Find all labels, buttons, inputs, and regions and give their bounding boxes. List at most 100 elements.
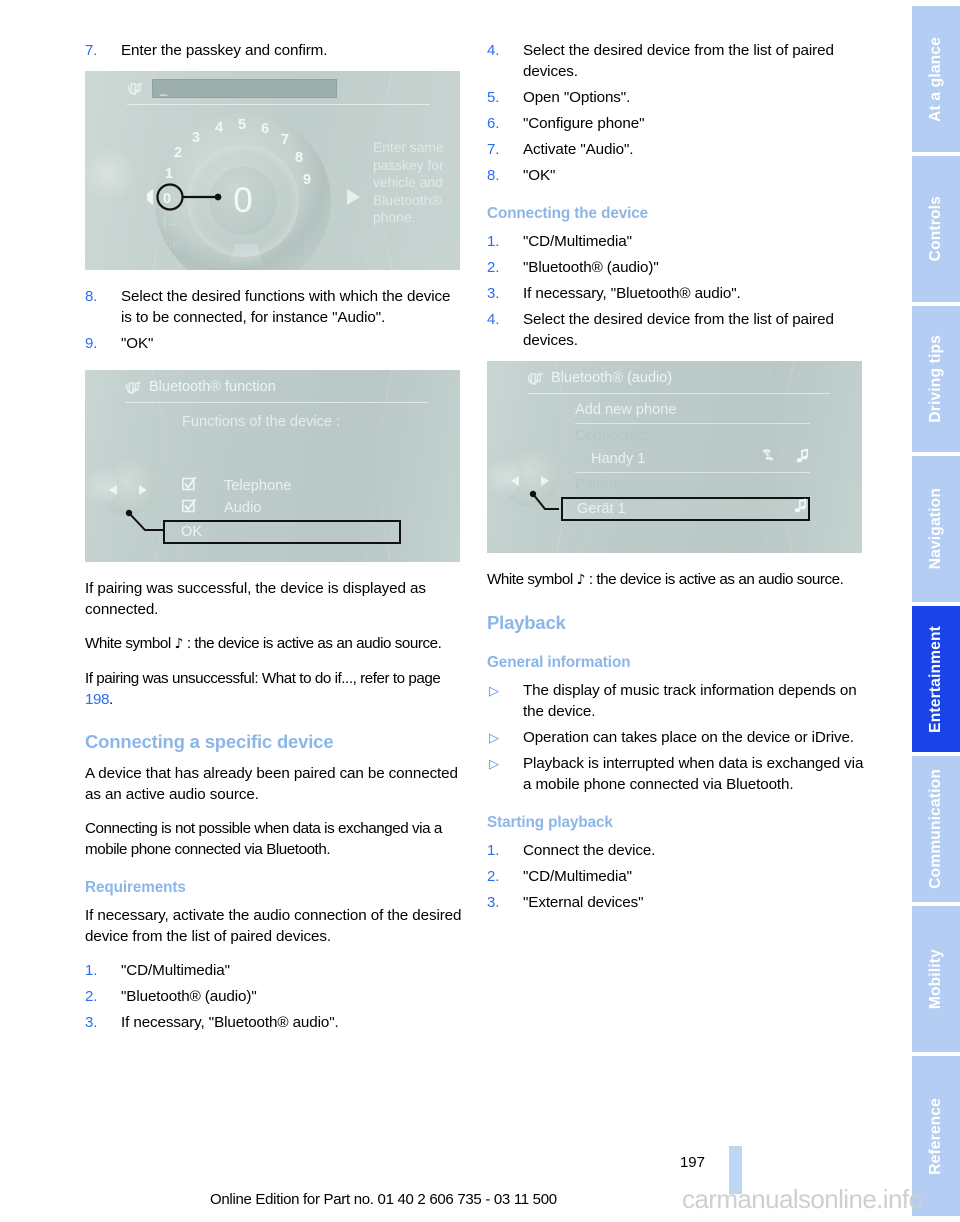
step-text: Select the desired functions with which … <box>121 288 451 326</box>
period: . <box>109 691 113 708</box>
step-number: 8. <box>85 288 98 305</box>
triangle-bullet-icon: ▷ <box>489 730 499 745</box>
bullet-text: Operation can takes place on the device … <box>523 729 854 746</box>
step-list-requirements: 1. "CD/Multimedia" 2. "Bluetooth® (audio… <box>85 960 465 1033</box>
step-number: 7. <box>487 141 500 158</box>
list-item: 3. "External devices" <box>487 892 867 913</box>
hint-line: Enter same <box>373 140 444 155</box>
passkey-hint-text: Enter same passkey for vehicle and Bluet… <box>373 139 444 227</box>
step-number: 7. <box>85 42 98 59</box>
step-number: 5. <box>487 89 500 106</box>
triangle-bullet-icon: ▷ <box>489 683 499 698</box>
list-item: 2. "Bluetooth® (audio)" <box>487 257 867 278</box>
step-list-continued: 4. Select the desired device from the li… <box>487 40 867 186</box>
step-number: 3. <box>487 285 500 302</box>
manual-page: 7. Enter the passkey and confirm. _ 0 0 … <box>0 0 960 1222</box>
step-number: 4. <box>487 42 500 59</box>
step-text: If necessary, "Bluetooth® audio". <box>121 1014 339 1031</box>
edition-notice: Online Edition for Part no. 01 40 2 606 … <box>210 1191 557 1208</box>
step-number: 1. <box>487 233 500 250</box>
illustration-bluetooth-audio-list: Bluetooth® (audio) Add new phone Connect… <box>487 361 862 553</box>
tab-communication[interactable]: Communication <box>912 756 960 902</box>
triangle-bullet-icon: ▷ <box>489 756 499 771</box>
tab-navigation[interactable]: Navigation <box>912 456 960 602</box>
list-item: 1. "CD/Multimedia" <box>85 960 465 981</box>
step-number: 1. <box>85 962 98 979</box>
list-item: ▷ The display of music track information… <box>487 680 867 722</box>
hint-line: vehicle and <box>373 175 443 190</box>
paragraph-pairing-unsuccessful: If pairing was unsuccessful: What to do … <box>85 668 465 710</box>
page-number: 197 <box>679 1154 705 1171</box>
hint-line: phone. <box>373 210 416 225</box>
paragraph-not-possible: Connecting is not possible when data is … <box>85 820 442 858</box>
heading-connecting-specific-device: Connecting a specific device <box>85 731 334 752</box>
watermark: carmanualsonline.info <box>682 1184 923 1214</box>
tab-controls[interactable]: Controls <box>912 156 960 302</box>
illustration-passkey-entry: _ 0 0 1 2 3 4 5 6 7 8 9 |← OK Enter same… <box>85 71 460 270</box>
hint-line: passkey for <box>373 157 444 173</box>
illustration-bluetooth-function: Bluetooth® function Functions of the dev… <box>85 370 460 562</box>
tab-driving-tips[interactable]: Driving tips <box>912 306 960 452</box>
tab-label: Entertainment <box>927 625 944 733</box>
step-number: 2. <box>85 988 98 1005</box>
step-number: 2. <box>487 868 500 885</box>
step-text: Open "Options". <box>523 89 631 106</box>
tab-label: Navigation <box>927 488 944 570</box>
unsuccessful-text: If pairing was unsuccessful: What to do … <box>85 670 441 687</box>
list-item: 2. "Bluetooth® (audio)" <box>85 986 465 1007</box>
tab-at-a-glance[interactable]: At a glance <box>912 6 960 152</box>
passkey-input-value: _ <box>160 80 168 96</box>
step-text: Select the desired device from the list … <box>523 42 834 80</box>
left-column: 7. Enter the passkey and confirm. _ 0 0 … <box>85 40 465 1042</box>
leader-line <box>125 509 163 531</box>
step-number: 2. <box>487 259 500 276</box>
tab-label: At a glance <box>927 36 944 122</box>
tab-label: Driving tips <box>927 335 944 423</box>
step-list-connecting: 1. "CD/Multimedia" 2. "Bluetooth® (audio… <box>487 231 867 351</box>
step-text: "Bluetooth® (audio)" <box>523 259 659 276</box>
passkey-input-field[interactable]: _ <box>152 79 337 98</box>
heading-starting-playback: Starting playback <box>487 814 613 831</box>
list-item: 7. Activate "Audio". <box>487 139 867 160</box>
paragraph-pairing-success: If pairing was successful, the device is… <box>85 580 426 618</box>
step-number: 8. <box>487 167 500 184</box>
music-note-icon: ♪ <box>576 572 586 588</box>
step-text: If necessary, "Bluetooth® audio". <box>523 285 741 302</box>
step-number: 3. <box>85 1014 98 1031</box>
white-symbol-text-after: : the device is active as an audio sourc… <box>588 571 844 588</box>
hint-line: Bluetooth® <box>373 192 442 208</box>
page-reference-link[interactable]: 198 <box>85 691 109 708</box>
step-number: 1. <box>487 842 500 859</box>
list-item: 4. Select the desired device from the li… <box>487 40 867 82</box>
tab-entertainment[interactable]: Entertainment <box>912 606 960 752</box>
step-number: 9. <box>85 335 98 352</box>
step-text: "CD/Multimedia" <box>121 962 230 979</box>
step-list-starting-playback: 1. Connect the device. 2. "CD/Multimedia… <box>487 840 867 913</box>
heading-general-information: General information <box>487 654 631 671</box>
tab-label: Mobility <box>927 948 944 1010</box>
step-number: 6. <box>487 115 500 132</box>
step-text: "Bluetooth® (audio)" <box>121 988 257 1005</box>
step-list-functions: 8. Select the desired functions with whi… <box>85 286 465 354</box>
white-symbol-text-before: White symbol <box>487 571 573 588</box>
list-item: ▷ Operation can takes place on the devic… <box>487 727 867 748</box>
heading-connecting-the-device: Connecting the device <box>487 205 649 222</box>
page-footer: 197 Online Edition for Part no. 01 40 2 … <box>0 1146 960 1222</box>
white-symbol-text-after: : the device is active as an audio sourc… <box>186 635 442 652</box>
list-item: 7. Enter the passkey and confirm. <box>85 40 465 61</box>
list-item: 3. If necessary, "Bluetooth® audio". <box>487 283 867 304</box>
list-item: 1. "CD/Multimedia" <box>487 231 867 252</box>
bluetooth-audio-icon <box>127 81 144 96</box>
step-text: Connect the device. <box>523 842 656 859</box>
list-item: 1. Connect the device. <box>487 840 867 861</box>
step-number: 3. <box>487 894 500 911</box>
list-item: 6. "Configure phone" <box>487 113 867 134</box>
step-text: Activate "Audio". <box>523 141 634 158</box>
divider <box>127 104 430 105</box>
list-item: 8. "OK" <box>487 165 867 186</box>
tab-mobility[interactable]: Mobility <box>912 906 960 1052</box>
list-item: 3. If necessary, "Bluetooth® audio". <box>85 1012 465 1033</box>
list-item: 4. Select the desired device from the li… <box>487 309 867 351</box>
list-item: 5. Open "Options". <box>487 87 867 108</box>
step-text: Select the desired device from the list … <box>523 311 834 349</box>
